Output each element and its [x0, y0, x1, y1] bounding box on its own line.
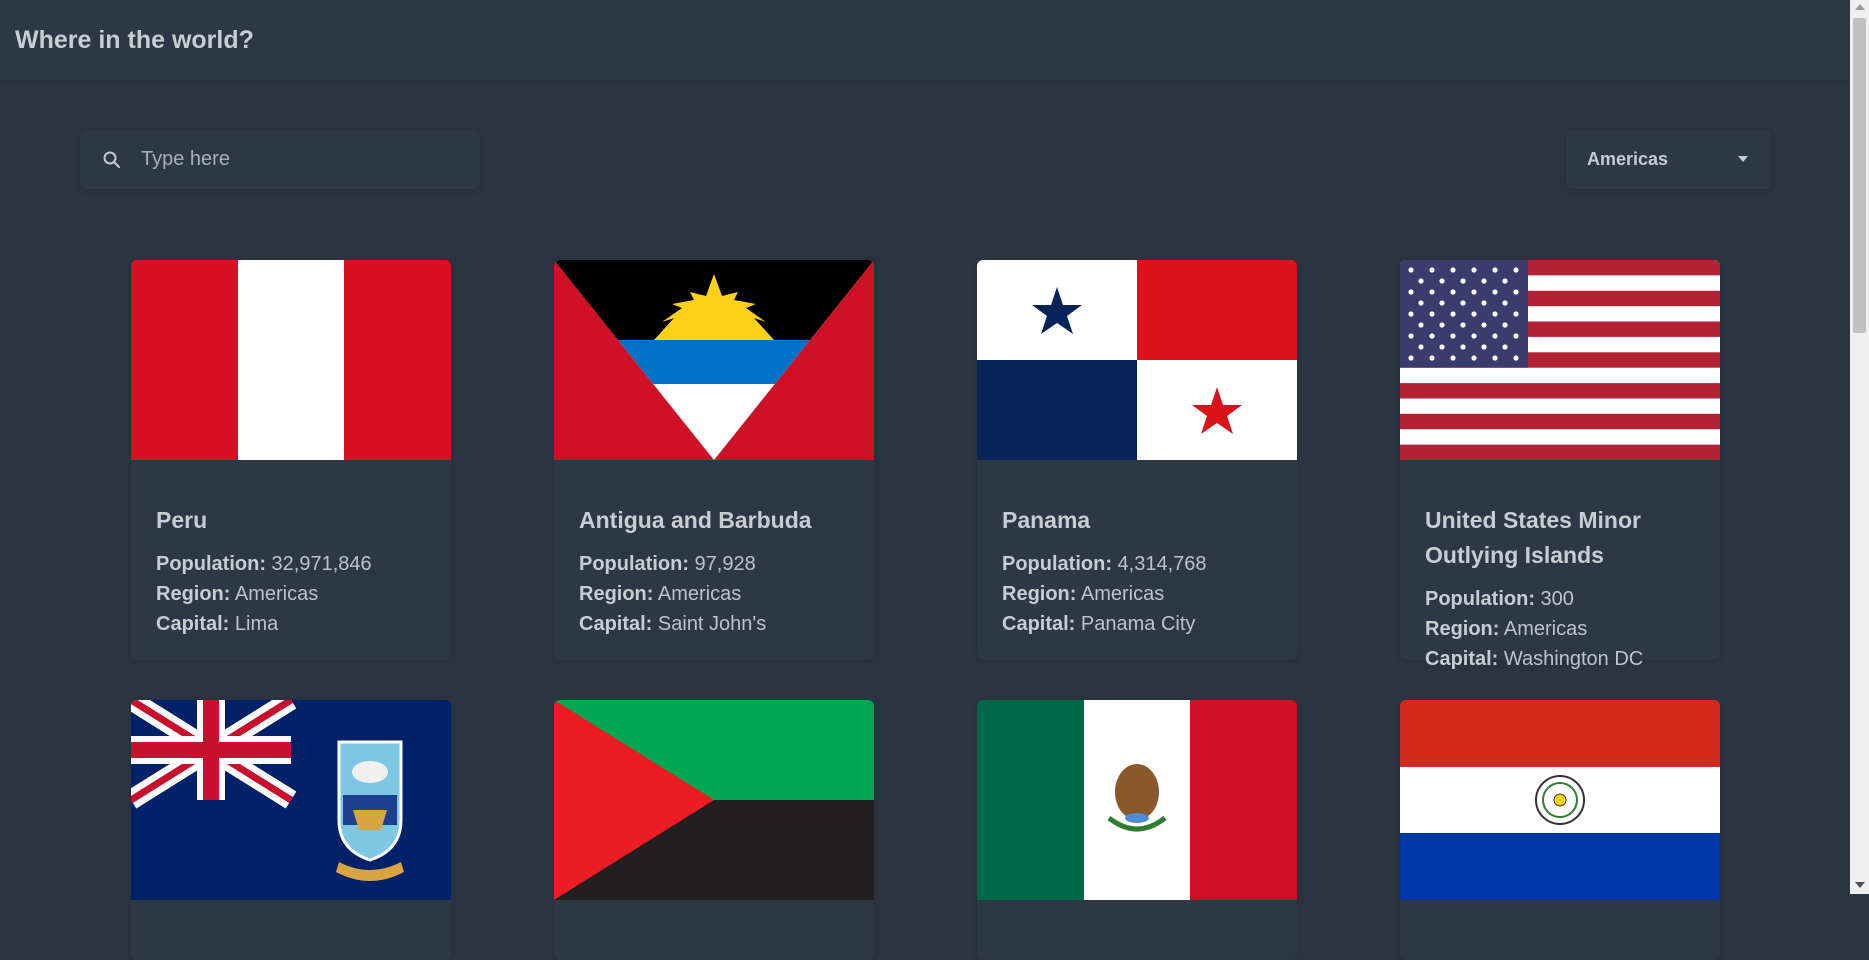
population-label: Population: — [1002, 553, 1112, 575]
western-sahara-flag — [554, 700, 874, 900]
region-value: Americas — [1080, 583, 1165, 605]
scroll-up-arrow-icon[interactable] — [1855, 4, 1865, 10]
capital-value: Saint John's — [657, 613, 767, 635]
population-row: Population: 4,314,768 — [1002, 549, 1207, 579]
region-row: Region: Americas — [1002, 579, 1207, 609]
country-details: Population: 97,928 Region: Americas Capi… — [579, 549, 766, 639]
country-card-paraguay[interactable] — [1400, 700, 1720, 960]
capital-label: Capital: — [1425, 648, 1499, 670]
capital-value: Panama City — [1080, 613, 1196, 635]
region-row: Region: Americas — [579, 579, 766, 609]
capital-label: Capital: — [156, 613, 230, 635]
region-row: Region: Americas — [156, 579, 372, 609]
population-row: Population: 97,928 — [579, 549, 766, 579]
capital-value: Lima — [234, 613, 279, 635]
search-input[interactable]: Type here — [141, 130, 230, 189]
population-label: Population: — [579, 553, 689, 575]
country-card-antigua-and-barbuda[interactable]: Antigua and Barbuda Population: 97,928 R… — [554, 260, 874, 660]
panama-flag — [977, 260, 1297, 460]
region-value: Americas — [234, 583, 319, 605]
region-filter-select[interactable]: Americas — [1566, 130, 1771, 189]
country-name: Panama — [1002, 507, 1091, 533]
country-card-falkland-islands[interactable] — [131, 700, 451, 960]
region-filter-value: Americas — [1587, 149, 1669, 169]
capital-label: Capital: — [1002, 613, 1076, 635]
capital-row: Capital: Lima — [156, 609, 372, 639]
country-name: Antigua and Barbuda — [579, 507, 812, 533]
population-row: Population: 300 — [1425, 584, 1643, 614]
country-card-mexico[interactable] — [977, 700, 1297, 960]
population-label: Population: — [156, 553, 266, 575]
page-scrollbar[interactable] — [1850, 0, 1869, 894]
country-details: Population: 300 Region: Americas Capital… — [1425, 584, 1643, 674]
region-label: Region: — [1002, 583, 1077, 605]
falkland-islands-flag — [131, 700, 451, 900]
capital-row: Capital: Panama City — [1002, 609, 1207, 639]
region-label: Region: — [156, 583, 231, 605]
region-value: Americas — [657, 583, 742, 605]
country-card-western-sahara[interactable] — [554, 700, 874, 960]
country-details: Population: 4,314,768 Region: Americas C… — [1002, 549, 1207, 639]
mexico-flag — [977, 700, 1297, 900]
population-label: Population: — [1425, 588, 1535, 610]
region-label: Region: — [579, 583, 654, 605]
capital-value: Washington DC — [1503, 648, 1644, 670]
country-details: Population: 32,971,846 Region: Americas … — [156, 549, 372, 639]
usa-flag — [1400, 260, 1720, 460]
search-box[interactable]: Type here — [80, 130, 480, 189]
paraguay-flag — [1400, 700, 1720, 900]
population-value: 97,928 — [694, 553, 756, 575]
country-card-panama[interactable]: Panama Population: 4,314,768 Region: Ame… — [977, 260, 1297, 660]
capital-row: Capital: Saint John's — [579, 609, 766, 639]
region-row: Region: Americas — [1425, 614, 1643, 644]
country-name: United States Minor Outlying Islands — [1425, 507, 1641, 568]
population-value: 300 — [1540, 588, 1574, 610]
country-name: Peru — [156, 507, 208, 533]
region-label: Region: — [1425, 618, 1500, 640]
population-value: 4,314,768 — [1117, 553, 1207, 575]
antigua-and-barbuda-flag — [554, 260, 874, 460]
capital-label: Capital: — [579, 613, 653, 635]
population-row: Population: 32,971,846 — [156, 549, 372, 579]
peru-flag — [131, 260, 451, 460]
country-card-peru[interactable]: Peru Population: 32,971,846 Region: Amer… — [131, 260, 451, 660]
scrollbar-thumb[interactable] — [1853, 18, 1866, 333]
app-title: Where in the world? — [15, 26, 254, 54]
app-header: Where in the world? — [0, 0, 1850, 80]
caret-down-icon — [1738, 156, 1748, 162]
search-icon — [103, 151, 120, 168]
scroll-down-arrow-icon[interactable] — [1855, 882, 1865, 888]
region-value: Americas — [1503, 618, 1588, 640]
country-card-us-minor-outlying-islands[interactable]: United States Minor Outlying Islands Pop… — [1400, 260, 1720, 670]
capital-row: Capital: Washington DC — [1425, 644, 1643, 674]
population-value: 32,971,846 — [271, 553, 372, 575]
